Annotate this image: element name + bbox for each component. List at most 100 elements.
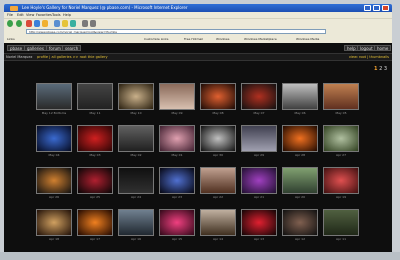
thumbnail-cell[interactable]: Apr 17 <box>75 205 115 245</box>
link-customize[interactable]: Customize Links <box>144 37 168 42</box>
thumbnail-image[interactable] <box>323 209 359 236</box>
link-hotmail[interactable]: Free Hotmail <box>184 37 203 42</box>
thumbnail-cell[interactable]: Apr 20 <box>280 163 320 203</box>
thumbnail-image[interactable] <box>200 125 236 152</box>
thumbnail-image[interactable] <box>241 167 277 194</box>
thumbnail-cell[interactable]: Apr 30 <box>198 121 238 161</box>
tab-home[interactable]: home <box>374 45 392 51</box>
thumbnail-caption: Apr 24 <box>131 195 141 199</box>
thumbnail-caption: Apr 14 <box>213 237 223 241</box>
thumbnail-cell[interactable]: May 04 <box>34 121 74 161</box>
thumbnail-cell[interactable]: Apr 25 <box>75 163 115 203</box>
thumbnail-cell[interactable]: May 08 <box>198 79 238 119</box>
thumbnail-image[interactable] <box>118 209 154 236</box>
window-titlebar[interactable]: Lee Hoyle's Gallery for Noriel Marquez (… <box>4 4 392 12</box>
thumbnail-cell[interactable]: Apr 14 <box>198 205 238 245</box>
thumbnail-cell[interactable]: May 06 <box>280 79 320 119</box>
thumbnail-cell[interactable]: Apr 28 <box>280 121 320 161</box>
pager-rest[interactable]: 2 3 <box>379 66 387 72</box>
breadcrumb-links[interactable]: profile | all galleries >> root thie gal… <box>37 54 108 60</box>
link-marketplace[interactable]: Windows Marketplace <box>244 37 277 42</box>
screen: Lee Hoyle's Gallery for Noriel Marquez (… <box>0 0 400 260</box>
tab-logout[interactable]: logout <box>357 45 376 51</box>
thumbnail-image[interactable] <box>118 125 154 152</box>
thumbnail-cell[interactable]: May 01 <box>157 121 197 161</box>
thumbnail-image[interactable] <box>323 125 359 152</box>
thumbnail-image[interactable] <box>159 125 195 152</box>
thumbnail-image[interactable] <box>159 83 195 110</box>
thumbnail-cell[interactable]: Apr 15 <box>157 205 197 245</box>
thumbnail-cell[interactable]: May 09 <box>157 79 197 119</box>
thumbnail-image[interactable] <box>159 167 195 194</box>
thumbnail-cell[interactable]: Apr 27 <box>321 121 361 161</box>
thumbnail-caption: May 10 <box>130 111 142 115</box>
thumbnail-caption: Apr 19 <box>336 195 346 199</box>
thumbnail-image[interactable] <box>77 209 113 236</box>
view-options[interactable]: view: root | thumbnails <box>349 54 389 60</box>
thumbnail-image[interactable] <box>241 209 277 236</box>
thumbnail-cell[interactable]: May 11 <box>75 79 115 119</box>
thumbnail-cell[interactable]: May 12 Bottoms <box>34 79 74 119</box>
tab-galleries[interactable]: galleries <box>24 45 47 51</box>
pager-current[interactable]: 1 <box>374 66 377 72</box>
thumbnail-image[interactable] <box>118 167 154 194</box>
thumbnail-image[interactable] <box>77 83 113 110</box>
link-windows[interactable]: Windows <box>216 37 229 42</box>
address-input[interactable]: http://www.pbase.com/noriel_marquez/root… <box>26 29 326 34</box>
thumbnail-cell[interactable]: May 10 <box>116 79 156 119</box>
thumbnail-image[interactable] <box>200 83 236 110</box>
thumbnail-image[interactable] <box>77 125 113 152</box>
maximize-button[interactable] <box>373 5 380 11</box>
stop-icon[interactable] <box>26 20 32 27</box>
refresh-icon[interactable] <box>34 20 40 27</box>
close-button[interactable] <box>382 5 389 11</box>
thumbnail-cell[interactable]: Apr 23 <box>157 163 197 203</box>
thumbnail-image[interactable] <box>77 167 113 194</box>
thumbnail-cell[interactable]: Apr 18 <box>34 205 74 245</box>
thumbnail-cell[interactable]: Apr 22 <box>198 163 238 203</box>
thumbnail-image[interactable] <box>200 209 236 236</box>
history-icon[interactable] <box>70 20 76 27</box>
thumbnail-cell[interactable]: May 07 <box>239 79 279 119</box>
link-media[interactable]: Windows Media <box>296 37 319 42</box>
back-icon[interactable] <box>7 20 13 27</box>
thumbnail-cell[interactable]: Apr 19 <box>321 163 361 203</box>
thumbnail-image[interactable] <box>241 125 277 152</box>
thumbnail-cell[interactable]: Apr 26 <box>34 163 74 203</box>
thumbnail-image[interactable] <box>36 167 72 194</box>
thumbnail-cell[interactable]: Apr 13 <box>239 205 279 245</box>
thumbnail-image[interactable] <box>159 209 195 236</box>
thumbnail-image[interactable] <box>282 83 318 110</box>
minimize-button[interactable] <box>364 5 371 11</box>
thumbnail-caption: Apr 16 <box>131 237 141 241</box>
thumbnail-cell[interactable]: May 02 <box>116 121 156 161</box>
mail-icon[interactable] <box>82 20 88 27</box>
thumbnail-cell[interactable]: May 05 <box>321 79 361 119</box>
search-icon[interactable] <box>54 20 60 27</box>
thumbnail-image[interactable] <box>323 83 359 110</box>
thumbnail-cell[interactable]: Apr 24 <box>116 163 156 203</box>
thumbnail-image[interactable] <box>118 83 154 110</box>
forward-icon[interactable] <box>16 20 22 27</box>
thumbnail-image[interactable] <box>200 167 236 194</box>
thumbnail-image[interactable] <box>282 167 318 194</box>
print-icon[interactable] <box>90 20 96 27</box>
thumbnail-cell[interactable]: Apr 21 <box>239 163 279 203</box>
thumbnail-cell[interactable]: Apr 11 <box>321 205 361 245</box>
tab-search[interactable]: search <box>62 45 82 51</box>
thumbnail-image[interactable] <box>36 209 72 236</box>
thumbnail-image[interactable] <box>36 83 72 110</box>
favorites-icon[interactable] <box>62 20 68 27</box>
home-icon[interactable] <box>42 20 48 27</box>
thumbnail-cell[interactable]: May 03 <box>75 121 115 161</box>
thumbnail-image[interactable] <box>282 125 318 152</box>
tab-pbase[interactable]: pbase <box>7 45 26 51</box>
thumbnail-cell[interactable]: Apr 12 <box>280 205 320 245</box>
thumbnail-image[interactable] <box>323 167 359 194</box>
thumbnail-image[interactable] <box>36 125 72 152</box>
thumbnail-image[interactable] <box>282 209 318 236</box>
thumbnail-cell[interactable]: Apr 16 <box>116 205 156 245</box>
thumbnail-caption: May 01 <box>171 153 183 157</box>
thumbnail-image[interactable] <box>241 83 277 110</box>
thumbnail-cell[interactable]: Apr 29 <box>239 121 279 161</box>
